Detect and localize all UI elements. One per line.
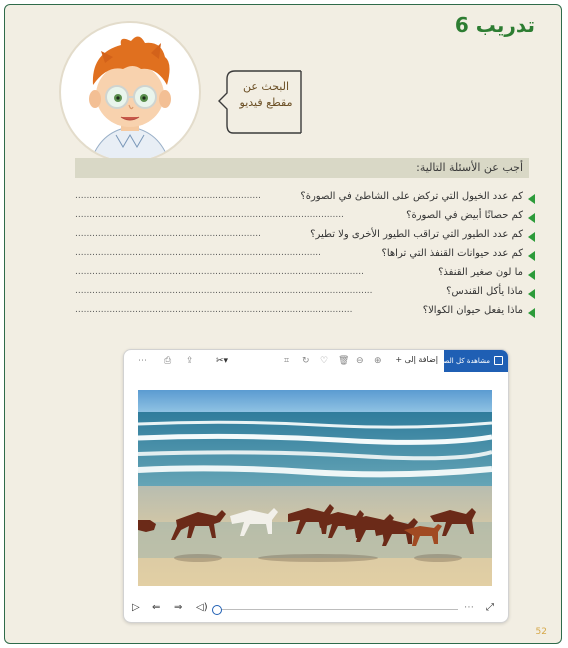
list-item: ما لون صغير القنفذ؟.....................… [75, 266, 535, 285]
print-icon[interactable]: ⎙ [164, 356, 171, 366]
question-text: ما لون صغير القنفذ؟ [438, 267, 523, 278]
bullet-arrow-icon [528, 289, 535, 299]
question-text: ماذا يأكل القندس؟ [446, 286, 523, 297]
list-item: كم حصانًا أبيض في الصورة؟...............… [75, 209, 535, 228]
fullscreen-icon[interactable]: ⤢ [486, 602, 494, 613]
list-item: كم عدد الخيول التي تركض على الشاطئ في ال… [75, 190, 535, 209]
page-number: 52 [535, 627, 547, 637]
question-text: كم حصانًا أبيض في الصورة؟ [406, 210, 523, 221]
favorite-icon[interactable]: ♡ [320, 356, 328, 366]
question-text: كم عدد الخيول التي تركض على الشاطئ في ال… [300, 191, 523, 202]
answer-line[interactable]: ........................................… [75, 267, 431, 277]
view-all-photos-button[interactable]: مشاهدة كل الصور [437, 350, 508, 372]
next-icon[interactable]: ⇒ [174, 602, 182, 613]
edit-icon[interactable]: ✂▾ [216, 356, 228, 366]
boy-avatar [59, 21, 201, 163]
rotate-icon[interactable]: ↻ [302, 356, 310, 366]
add-to-label: إضافة إلى [404, 355, 438, 364]
photo-viewer-window: مشاهدة كل الصور إضافة إلى + ⊕ ⊖ 🗑 ♡ ↻ ⌗ … [123, 349, 509, 623]
answer-line[interactable]: ........................................… [75, 286, 439, 296]
seek-bar[interactable] [216, 609, 458, 610]
photos-icon [494, 356, 503, 365]
more-icon[interactable]: ⋯ [464, 602, 474, 613]
share-icon[interactable]: ⇪ [186, 356, 194, 366]
horses-beach-photo [138, 390, 492, 586]
bubble-text: البحث عن مقطع فيديو [231, 79, 301, 111]
add-to-button[interactable]: إضافة إلى + [395, 355, 438, 364]
question-text: ماذا يفعل حيوان الكوالا؟ [422, 305, 523, 316]
page-title: تدريب 6 [454, 13, 535, 37]
crop-icon[interactable]: ⌗ [284, 356, 289, 366]
answer-line[interactable]: ........................................… [75, 191, 311, 201]
play-icon[interactable]: ▷ [132, 602, 140, 613]
volume-icon[interactable]: ◁) [196, 602, 208, 613]
boy-illustration [89, 36, 171, 161]
list-item: ماذا يأكل القندس؟.......................… [75, 285, 535, 304]
answer-line[interactable]: ........................................… [75, 248, 375, 258]
answer-line[interactable]: ........................................… [75, 210, 405, 220]
horses-on-beach-image [138, 390, 492, 586]
bullet-arrow-icon [528, 232, 535, 242]
bullet-arrow-icon [528, 251, 535, 261]
bullet-arrow-icon [528, 194, 535, 204]
list-item: كم عدد حيوانات القنفذ التي تراها؟.......… [75, 247, 535, 266]
bubble-line-2: مقطع فيديو [239, 96, 293, 109]
zoom-in-icon[interactable]: ⊕ [374, 356, 382, 366]
questions-header: أجب عن الأسئلة التالية: [416, 161, 523, 174]
answer-line[interactable]: ........................................… [75, 305, 415, 315]
questions-header-bar: أجب عن الأسئلة التالية: [75, 158, 529, 178]
question-text: كم عدد الطيور التي تراقب الطيور الأخرى و… [310, 229, 523, 240]
speech-bubble: البحث عن مقطع فيديو [217, 69, 303, 135]
list-item: كم عدد الطيور التي تراقب الطيور الأخرى و… [75, 228, 535, 247]
previous-icon[interactable]: ⇐ [152, 602, 160, 613]
questions-list: كم عدد الخيول التي تركض على الشاطئ في ال… [75, 190, 535, 323]
view-all-photos-label: مشاهدة كل الصور [436, 357, 490, 365]
bubble-line-1: البحث عن [242, 80, 290, 93]
delete-icon[interactable]: 🗑 [338, 356, 349, 366]
list-item: ماذا يفعل حيوان الكوالا؟................… [75, 304, 535, 323]
seek-knob[interactable] [212, 605, 222, 615]
bullet-arrow-icon [528, 270, 535, 280]
question-text: كم عدد حيوانات القنفذ التي تراها؟ [381, 248, 523, 259]
answer-line[interactable]: ........................................… [75, 229, 311, 239]
worksheet-page: تدريب 6 البحث عن مقطع فيديو أجب عن الأسئ… [4, 4, 562, 644]
viewer-toolbar: مشاهدة كل الصور إضافة إلى + ⊕ ⊖ 🗑 ♡ ↻ ⌗ … [124, 350, 508, 374]
more-options-icon[interactable]: ⋯ [138, 356, 147, 366]
viewer-controls: ▷ ⇐ ⇒ ◁) ⋯ ⤢ [124, 600, 508, 620]
bullet-arrow-icon [528, 308, 535, 318]
bullet-arrow-icon [528, 213, 535, 223]
plus-icon: + [395, 355, 403, 364]
zoom-out-icon[interactable]: ⊖ [356, 356, 364, 366]
